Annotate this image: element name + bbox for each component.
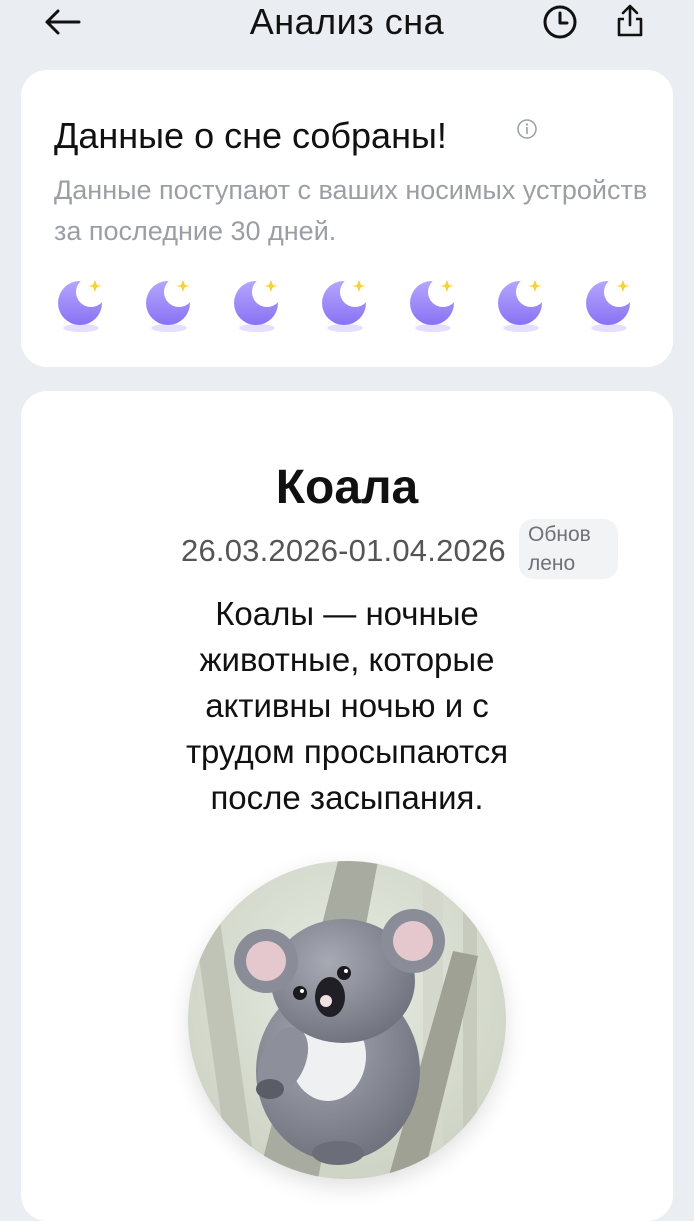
share-icon <box>617 4 643 37</box>
moon-star-icon <box>407 276 461 334</box>
animal-name: Коала <box>275 461 419 514</box>
moon-row <box>55 276 645 336</box>
history-button[interactable] <box>540 2 580 42</box>
top-bar: Анализ сна <box>0 0 694 50</box>
updated-badge-line1: Обнов <box>528 523 591 546</box>
updated-badge: Обнов лено <box>519 519 618 579</box>
moon-star-icon <box>583 276 637 334</box>
date-range: 26.03.2026-01.04.2026 <box>181 533 506 568</box>
updated-badge-line2: лено <box>528 552 576 575</box>
koala-illustration <box>188 861 506 1179</box>
sleep-data-title: Данные о сне собраны! <box>54 115 447 156</box>
share-button[interactable] <box>612 0 648 42</box>
sleep-data-subtitle: Данные поступают с ваших носимых устройс… <box>54 175 648 246</box>
moon-star-icon <box>319 276 373 334</box>
clock-icon <box>543 5 577 39</box>
moon-star-icon <box>55 276 109 334</box>
page-title: Анализ сна <box>249 1 445 42</box>
sleep-data-card: Данные о сне собраны! Данные поступают с… <box>21 70 673 367</box>
animal-description: Коалы — ночные животные, которые активны… <box>185 595 509 816</box>
info-icon[interactable] <box>516 118 538 140</box>
moon-star-icon <box>143 276 197 334</box>
moon-star-icon <box>495 276 549 334</box>
sleep-animal-card: Коала 26.03.2026-01.04.2026 Обнов лено К… <box>21 391 673 1221</box>
moon-star-icon <box>231 276 285 334</box>
